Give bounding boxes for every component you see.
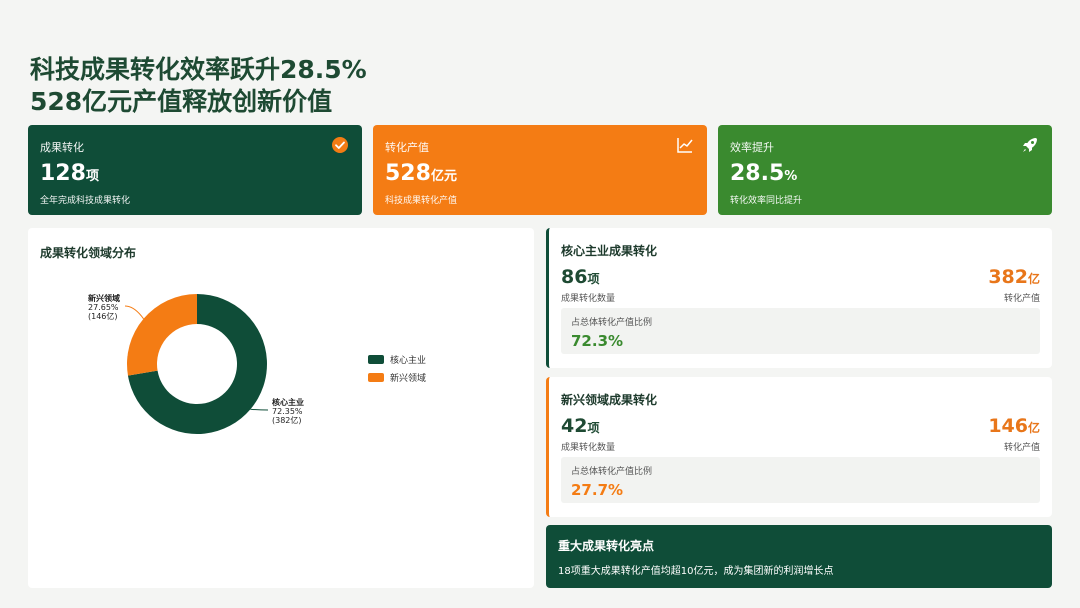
legend-item-emerging: 新兴领域 <box>368 368 426 386</box>
data-label-emerging-amount: (146亿) <box>88 311 118 321</box>
core-count: 86项 <box>561 266 600 288</box>
legend-swatch-core <box>368 354 384 364</box>
emerging-title: 新兴领域成果转化 <box>561 393 658 407</box>
chart-legend: 核心主业 新兴领域 <box>368 350 426 386</box>
emerging-ratio-value: 27.7% <box>571 481 624 499</box>
core-amount-label: 转化产值 <box>1003 294 1040 304</box>
highlight-title: 重大成果转化亮点 <box>558 539 655 553</box>
core-business-card: 核心主业成果转化 86项 成果转化数量 382亿 转化产值 占总体转化产值比例 … <box>546 228 1052 368</box>
leader-line-core <box>250 408 269 411</box>
legend-label-emerging: 新兴领域 <box>390 373 427 384</box>
legend-item-core: 核心主业 <box>368 350 426 368</box>
core-ratio-value: 72.3% <box>571 332 624 350</box>
core-amount: 382亿 <box>988 266 1040 288</box>
data-label-emerging-name: 新兴领域 <box>88 293 120 303</box>
core-count-label: 成果转化数量 <box>561 294 616 304</box>
emerging-amount: 146亿 <box>988 415 1040 437</box>
leader-line-emerging <box>124 305 144 320</box>
legend-label-core: 核心主业 <box>390 355 427 366</box>
data-label-core-name: 核心主业 <box>272 397 304 407</box>
highlight-banner: 重大成果转化亮点 18项重大成果转化产值均超10亿元，成为集团新的利润增长点 <box>546 525 1052 588</box>
emerging-card: 新兴领域成果转化 42项 成果转化数量 146亿 转化产值 占总体转化产值比例 … <box>546 377 1052 517</box>
emerging-ratio-box: 占总体转化产值比例 27.7% <box>561 457 1040 503</box>
core-title: 核心主业成果转化 <box>561 244 658 258</box>
donut-slice-emerging <box>126 294 197 376</box>
core-ratio-box: 占总体转化产值比例 72.3% <box>561 308 1040 354</box>
highlight-text: 18项重大成果转化产值均超10亿元，成为集团新的利润增长点 <box>558 566 834 577</box>
core-ratio-label: 占总体转化产值比例 <box>571 318 653 328</box>
data-label-core-pct: 72.35% <box>272 407 303 416</box>
emerging-count: 42项 <box>561 415 600 437</box>
emerging-amount-label: 转化产值 <box>1003 443 1040 453</box>
emerging-ratio-label: 占总体转化产值比例 <box>571 467 653 477</box>
emerging-count-label: 成果转化数量 <box>561 443 616 453</box>
data-label-core-amount: (382亿) <box>272 415 302 425</box>
data-label-emerging-pct: 27.65% <box>88 303 119 312</box>
legend-swatch-emerging <box>368 372 384 382</box>
